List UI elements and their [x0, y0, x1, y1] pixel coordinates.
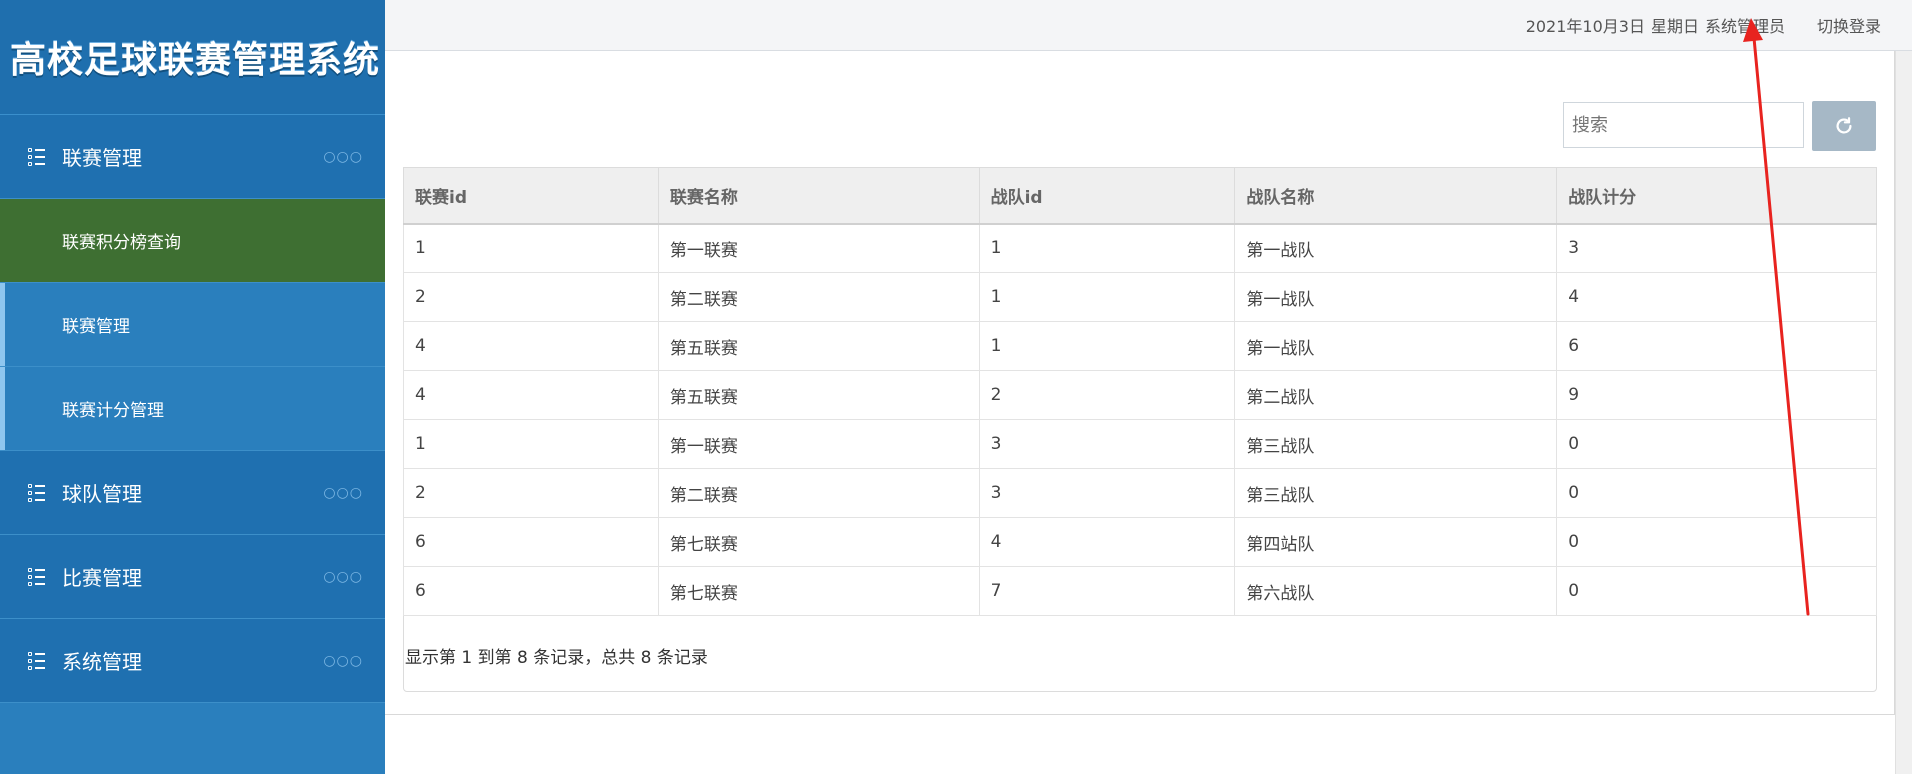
table-cell: 1 [403, 419, 659, 469]
sub-item-label: 联赛计分管理 [62, 401, 164, 421]
table-cell: 0 [1556, 566, 1877, 616]
more-dots-icon: ○○○ [323, 484, 363, 501]
table-cell: 第一联赛 [657, 223, 980, 273]
table-cell: 6 [403, 566, 659, 616]
table-cell: 第五联赛 [657, 321, 980, 371]
table-row[interactable]: 4 第五联赛 1 第一战队 6 [403, 321, 1877, 371]
table-cell: 0 [1556, 419, 1877, 469]
column-header[interactable]: 联赛名称 [657, 167, 980, 225]
sidebar-menu-team[interactable]: 球队管理 ○○○ [0, 451, 385, 535]
list-icon [28, 147, 48, 166]
sub-item-label: 联赛管理 [62, 317, 130, 337]
menu-label: 球队管理 [62, 482, 142, 506]
user-info: 2021年10月3日 星期日 系统管理员 切换登录 [1526, 13, 1881, 37]
page-scrollbar[interactable] [1895, 51, 1912, 774]
sidebar-item-score-manage[interactable]: 联赛计分管理 [0, 367, 385, 451]
table-cell: 第二联赛 [657, 272, 980, 322]
table-cell: 第一联赛 [657, 419, 980, 469]
table-row[interactable]: 6 第七联赛 4 第四站队 0 [403, 517, 1877, 567]
column-header[interactable]: 战队计分 [1556, 167, 1877, 225]
table-cell: 3 [978, 468, 1236, 518]
table-cell: 1 [978, 321, 1236, 371]
table-cell: 6 [1556, 321, 1877, 371]
refresh-icon [1836, 117, 1852, 134]
list-icon [28, 483, 48, 502]
table-cell: 7 [978, 566, 1236, 616]
switch-login-link[interactable]: 切换登录 [1817, 13, 1881, 37]
current-user: 系统管理员 [1704, 17, 1785, 36]
table-cell: 0 [1556, 468, 1877, 518]
table-row[interactable]: 1 第一联赛 3 第三战队 0 [403, 419, 1877, 469]
table-cell: 3 [1556, 223, 1877, 273]
table-cell: 2 [403, 272, 659, 322]
menu-label: 系统管理 [62, 650, 142, 674]
table-cell: 第七联赛 [657, 517, 980, 567]
current-weekday: 星期日 [1650, 17, 1699, 36]
pagination-summary: 显示第 1 到第 8 条记录，总共 8 条记录 [405, 648, 708, 668]
search-input[interactable] [1563, 102, 1804, 148]
standings-table: 联赛id 联赛名称 战队id 战队名称 战队计分 1 第一联赛 1 第一战队 3… [403, 167, 1877, 616]
table-cell: 第二战队 [1234, 370, 1558, 420]
table-row[interactable]: 2 第二联赛 3 第三战队 0 [403, 468, 1877, 518]
table-row[interactable]: 6 第七联赛 7 第六战队 0 [403, 566, 1877, 616]
table-cell: 第五联赛 [657, 370, 980, 420]
table-cell: 1 [403, 223, 659, 273]
table-row[interactable]: 1 第一联赛 1 第一战队 3 [403, 223, 1877, 273]
sub-item-label: 联赛积分榜查询 [62, 233, 181, 253]
table-cell: 2 [403, 468, 659, 518]
table-cell: 第一战队 [1234, 272, 1558, 322]
table-cell: 4 [1556, 272, 1877, 322]
sidebar-menu-league[interactable]: 联赛管理 ○○○ [0, 115, 385, 199]
table-cell: 第七联赛 [657, 566, 980, 616]
sidebar-menu-system[interactable]: 系统管理 ○○○ [0, 619, 385, 703]
table-cell: 第一战队 [1234, 223, 1558, 273]
table-cell: 1 [978, 272, 1236, 322]
table-cell: 9 [1556, 370, 1877, 420]
table-cell: 第三战队 [1234, 419, 1558, 469]
table-cell: 4 [978, 517, 1236, 567]
column-header[interactable]: 战队id [978, 167, 1236, 225]
table-cell: 4 [403, 321, 659, 371]
more-dots-icon: ○○○ [323, 652, 363, 669]
table-cell: 4 [403, 370, 659, 420]
more-dots-icon: ○○○ [323, 148, 363, 165]
sidebar-item-standings-query[interactable]: 联赛积分榜查询 [0, 199, 385, 283]
table-cell: 第六战队 [1234, 566, 1558, 616]
top-bar: 2021年10月3日 星期日 系统管理员 切换登录 [385, 0, 1912, 51]
table-cell: 第一战队 [1234, 321, 1558, 371]
column-header[interactable]: 战队名称 [1234, 167, 1558, 225]
table-cell: 1 [978, 223, 1236, 273]
table-header-row: 联赛id 联赛名称 战队id 战队名称 战队计分 [403, 167, 1877, 225]
sidebar: 高校足球联赛管理系统 联赛管理 ○○○ 联赛积分榜查询 联赛管理 联赛计分管理 … [0, 0, 385, 774]
sidebar-item-league-manage[interactable]: 联赛管理 [0, 283, 385, 367]
table-cell: 0 [1556, 517, 1877, 567]
table-row[interactable]: 2 第二联赛 1 第一战队 4 [403, 272, 1877, 322]
app-logo: 高校足球联赛管理系统 [0, 0, 385, 115]
table-cell: 3 [978, 419, 1236, 469]
current-date: 2021年10月3日 [1525, 17, 1645, 36]
menu-label: 比赛管理 [62, 566, 142, 590]
table-cell: 第四站队 [1234, 517, 1558, 567]
sidebar-menu-match[interactable]: 比赛管理 ○○○ [0, 535, 385, 619]
list-icon [28, 567, 48, 586]
column-header[interactable]: 联赛id [403, 167, 659, 225]
table-cell: 第二联赛 [657, 468, 980, 518]
menu-label: 联赛管理 [62, 146, 142, 170]
more-dots-icon: ○○○ [323, 568, 363, 585]
table-cell: 6 [403, 517, 659, 567]
refresh-button[interactable] [1812, 101, 1876, 151]
list-icon [28, 651, 48, 670]
app-title: 高校足球联赛管理系统 [10, 40, 381, 81]
table-cell: 2 [978, 370, 1236, 420]
table-row[interactable]: 4 第五联赛 2 第二战队 9 [403, 370, 1877, 420]
table-cell: 第三战队 [1234, 468, 1558, 518]
